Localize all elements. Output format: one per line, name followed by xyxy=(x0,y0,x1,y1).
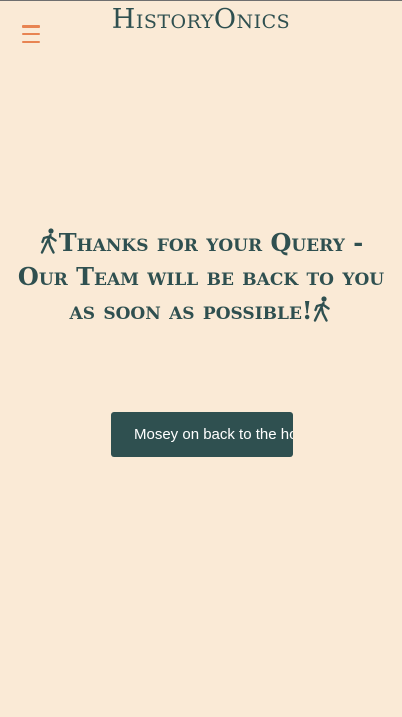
site-title[interactable]: HistoryOnics xyxy=(0,4,402,35)
confirmation-message: Thanks for your Query - Our Team will be… xyxy=(16,226,386,328)
top-border xyxy=(0,0,402,1)
walking-person-icon xyxy=(39,228,59,257)
back-home-button[interactable]: Mosey on back to the home page xyxy=(111,412,293,457)
menu-line xyxy=(22,40,40,43)
walking-person-icon xyxy=(312,296,332,325)
